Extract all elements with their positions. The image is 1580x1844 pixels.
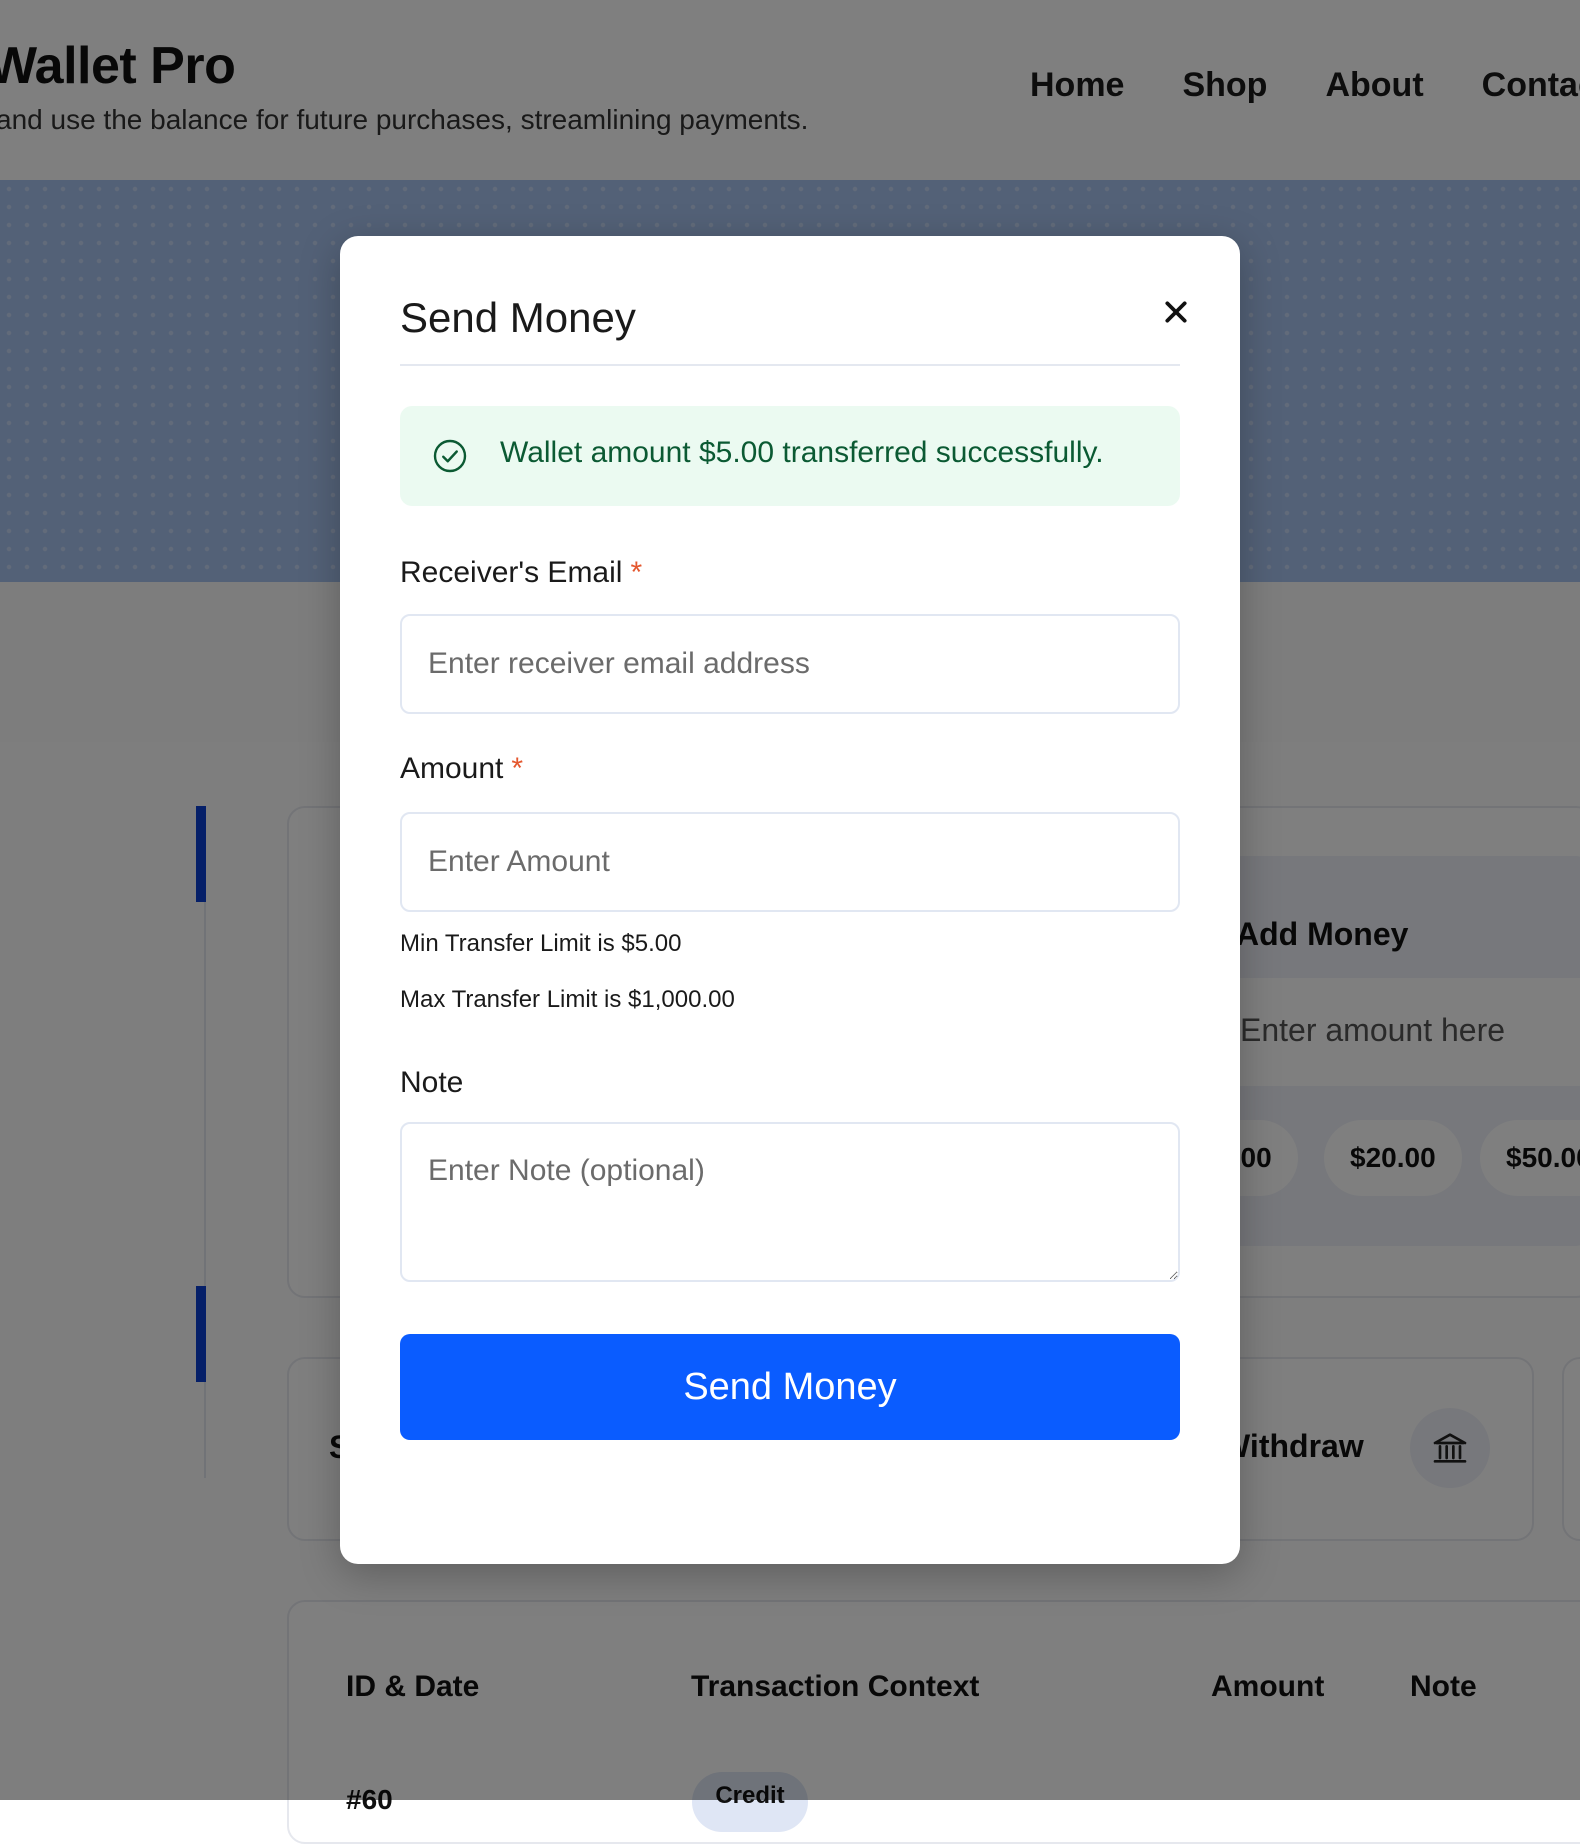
- note-textarea[interactable]: [400, 1122, 1180, 1282]
- amount-input[interactable]: [400, 812, 1180, 912]
- receiver-email-label-text: Receiver's Email: [400, 556, 623, 589]
- modal-title: Send Money: [400, 294, 636, 341]
- close-icon[interactable]: [1156, 292, 1196, 332]
- amount-label: Amount *: [400, 752, 523, 786]
- receiver-email-input[interactable]: [400, 614, 1180, 714]
- send-money-modal: Send Money Wallet amount $5.00 transferr…: [340, 236, 1240, 1564]
- modal-divider: [400, 364, 1180, 366]
- amount-label-text: Amount: [400, 752, 504, 785]
- required-asterisk: *: [630, 556, 643, 589]
- success-alert-text: Wallet amount $5.00 transferred successf…: [500, 436, 1104, 469]
- min-transfer-limit: Min Transfer Limit is $5.00: [400, 930, 682, 957]
- check-circle-icon: [433, 439, 467, 473]
- send-money-button[interactable]: Send Money: [400, 1334, 1180, 1440]
- note-label: Note: [400, 1066, 464, 1099]
- required-asterisk: *: [511, 752, 524, 785]
- max-transfer-limit: Max Transfer Limit is $1,000.00: [400, 986, 735, 1013]
- receiver-email-label: Receiver's Email *: [400, 556, 642, 590]
- success-alert: Wallet amount $5.00 transferred successf…: [400, 406, 1180, 506]
